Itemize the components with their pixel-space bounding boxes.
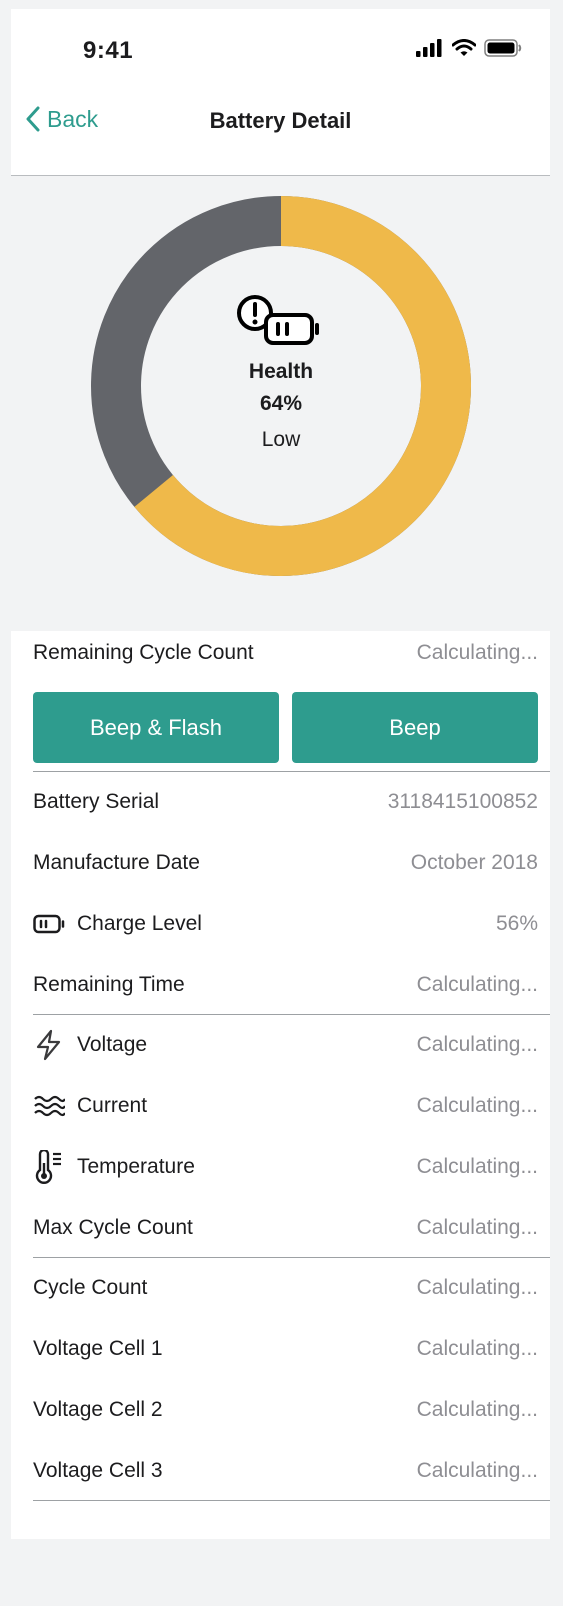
voltage-value: Calculating...: [416, 1033, 538, 1056]
remaining-cycle-count-value: Calculating...: [416, 641, 538, 664]
voltage-cell-1-value: Calculating...: [416, 1337, 538, 1360]
voltage-cell-3-row: Voltage Cell 3 Calculating...: [33, 1441, 538, 1501]
max-cycle-count-value: Calculating...: [416, 1216, 538, 1239]
max-cycle-count-label: Max Cycle Count: [33, 1216, 193, 1239]
cycle-count-label: Cycle Count: [33, 1276, 148, 1299]
beep-flash-button[interactable]: Beep & Flash: [33, 692, 279, 763]
voltage-cell-2-row: Voltage Cell 2 Calculating...: [33, 1380, 538, 1440]
lightning-icon: [33, 1029, 65, 1061]
max-cycle-count-row: Max Cycle Count Calculating...: [33, 1198, 538, 1258]
voltage-cell-2-value: Calculating...: [416, 1398, 538, 1421]
remaining-time-label: Remaining Time: [33, 973, 185, 996]
manufacture-date-row: Manufacture Date October 2018: [33, 833, 538, 893]
voltage-cell-1-label: Voltage Cell 1: [33, 1337, 163, 1360]
temperature-value: Calculating...: [416, 1155, 538, 1178]
page-title: Battery Detail: [209, 108, 352, 133]
health-status: Low: [261, 428, 301, 451]
status-icons: [416, 39, 522, 57]
health-chart-area: Health 64% Low: [11, 176, 550, 631]
voltage-cell-3-label: Voltage Cell 3: [33, 1459, 163, 1482]
battery-icon: [33, 914, 65, 934]
phone-screen: 9:41 Back Battery Detail Health 64% Low …: [11, 9, 550, 1539]
waves-icon: [33, 1093, 65, 1119]
status-time: 9:41: [83, 37, 134, 64]
battery-serial-label: Battery Serial: [33, 790, 160, 813]
voltage-cell-3-value: Calculating...: [416, 1459, 538, 1482]
voltage-cell-2-label: Voltage Cell 2: [33, 1398, 163, 1421]
thermometer-icon: [33, 1150, 65, 1184]
remaining-time-row: Remaining Time Calculating...: [33, 955, 538, 1015]
battery-serial-value: 3118415100852: [387, 790, 538, 813]
current-label: Current: [77, 1094, 148, 1117]
beep-button[interactable]: Beep: [292, 692, 538, 763]
cellular-signal-icon: [416, 39, 444, 57]
cycle-count-value: Calculating...: [416, 1276, 538, 1299]
health-summary: Health 64% Low: [141, 294, 421, 452]
remaining-cycle-count-label: Remaining Cycle Count: [33, 641, 254, 664]
manufacture-date-value: October 2018: [410, 851, 538, 874]
charge-level-row: Charge Level 56%: [33, 894, 538, 954]
wifi-icon: [452, 39, 476, 57]
temperature-label: Temperature: [77, 1155, 195, 1178]
voltage-row: Voltage Calculating...: [33, 1015, 538, 1075]
voltage-cell-1-row: Voltage Cell 1 Calculating...: [33, 1319, 538, 1379]
battery-alert-icon: [141, 294, 421, 352]
voltage-label: Voltage: [77, 1033, 148, 1056]
health-value: 64%: [259, 392, 303, 415]
status-bar: 9:41: [11, 9, 550, 89]
charge-level-value: 56%: [495, 912, 538, 935]
health-label: Health: [248, 360, 314, 383]
current-value: Calculating...: [416, 1094, 538, 1117]
navigation-bar: Back Battery Detail: [11, 89, 550, 176]
divider: [33, 1500, 550, 1501]
battery-status-icon: [484, 39, 522, 57]
charge-level-label: Charge Level: [77, 912, 202, 935]
manufacture-date-label: Manufacture Date: [33, 851, 200, 874]
temperature-row: Temperature Calculating...: [33, 1137, 538, 1197]
current-row: Current Calculating...: [33, 1076, 538, 1136]
remaining-cycle-count-row: Remaining Cycle Count Calculating...: [33, 623, 538, 683]
cycle-count-row: Cycle Count Calculating...: [33, 1258, 538, 1318]
battery-serial-row: Battery Serial 3118415100852: [33, 772, 538, 832]
remaining-time-value: Calculating...: [416, 973, 538, 996]
